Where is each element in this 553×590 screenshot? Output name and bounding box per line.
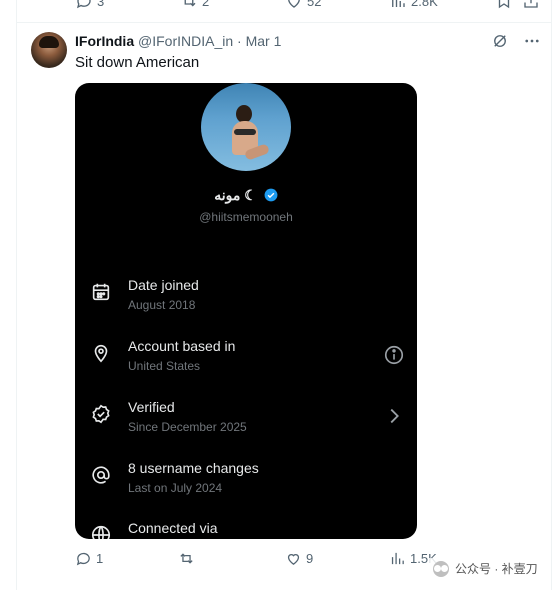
views-count: 2.8K: [411, 0, 438, 9]
heart-icon: [287, 554, 300, 565]
views-chart-icon: [391, 552, 404, 565]
post-header-icons: [491, 32, 541, 50]
avatar[interactable]: [31, 32, 67, 68]
share-button[interactable]: [522, 0, 540, 10]
repost-icon: [180, 553, 193, 564]
info-icon[interactable]: [383, 344, 405, 366]
watermark-text: 公众号 · 补壹刀: [455, 562, 538, 576]
location-pin-icon: [94, 344, 108, 363]
row-username-changes: 8 username changes Last on July 2024: [75, 454, 417, 502]
like-button[interactable]: 9: [285, 550, 313, 567]
like-count: 9: [306, 551, 314, 566]
tweet-frame: 3 2 52 2.8K IForIndia @IForINDIA_in · Ma…: [16, 0, 552, 590]
more-options-icon[interactable]: [523, 32, 541, 50]
author-name[interactable]: IForIndia: [75, 33, 134, 49]
row-title: Account based in: [128, 338, 236, 354]
like-count: 52: [307, 0, 322, 9]
like-button[interactable]: 52: [285, 0, 321, 10]
watermark: 公众号 · 补壹刀: [429, 558, 542, 579]
bookmark-button[interactable]: [495, 0, 513, 10]
row-subtitle: Since December 2025: [128, 420, 247, 434]
reply-button[interactable]: 1: [75, 550, 103, 567]
card-display-name: مونه ☾: [75, 187, 417, 204]
chevron-right-icon[interactable]: [383, 405, 405, 427]
row-title: Verified: [128, 399, 175, 415]
reply-count: 3: [97, 0, 105, 9]
row-subtitle: United States: [128, 359, 201, 373]
card-handle: @hiitsmemooneh: [199, 210, 293, 224]
row-verified[interactable]: Verified Since December 2025: [75, 393, 417, 441]
repost-icon: [184, 0, 196, 7]
attached-image-card[interactable]: مونه ☾ @hiitsmemooneh Date joined August…: [75, 83, 417, 539]
globe-icon: [91, 525, 111, 539]
verified-check-icon: [92, 404, 110, 424]
post-text: Sit down American: [75, 54, 200, 71]
reply-icon: [76, 0, 91, 9]
row-date-joined: Date joined August 2018: [75, 271, 417, 319]
card-display-name-text: مونه ☾: [214, 187, 257, 203]
reply-count: 1: [96, 551, 104, 566]
heart-icon: [288, 0, 300, 8]
at-sign-icon: [92, 466, 110, 484]
row-connected-via: Connected via: [75, 514, 417, 539]
calendar-icon: [92, 283, 110, 301]
row-subtitle: August 2018: [128, 298, 196, 312]
meta-separator: ·: [233, 33, 246, 49]
row-title: 8 username changes: [128, 460, 259, 476]
row-title: Date joined: [128, 277, 199, 293]
post-date[interactable]: Mar 1: [246, 33, 282, 49]
row-title: Connected via: [128, 520, 218, 536]
reply-button[interactable]: 3: [75, 0, 104, 10]
bookmark-icon: [498, 0, 510, 9]
repost-count: 2: [202, 0, 210, 9]
author-handle[interactable]: @IForINDIA_in: [138, 33, 233, 49]
views-button[interactable]: 2.8K: [389, 0, 438, 10]
row-subtitle: Last on July 2024: [128, 481, 223, 495]
wechat-logo-icon: [433, 560, 449, 577]
profile-photo: [201, 83, 291, 171]
repost-button[interactable]: 2: [180, 0, 209, 10]
post-header: IForIndia @IForINDIA_in · Mar 1: [75, 33, 281, 49]
verified-badge-icon: [264, 188, 278, 202]
grok-icon[interactable]: [491, 32, 509, 50]
views-chart-icon: [392, 0, 405, 7]
row-account-based-in: Account based in United States: [75, 332, 417, 380]
tweet-divider: [17, 22, 551, 23]
repost-button[interactable]: [178, 550, 199, 567]
reply-icon: [76, 552, 90, 566]
share-icon: [524, 0, 538, 8]
previous-tweet-actions: 3 2 52 2.8K: [17, 0, 551, 12]
